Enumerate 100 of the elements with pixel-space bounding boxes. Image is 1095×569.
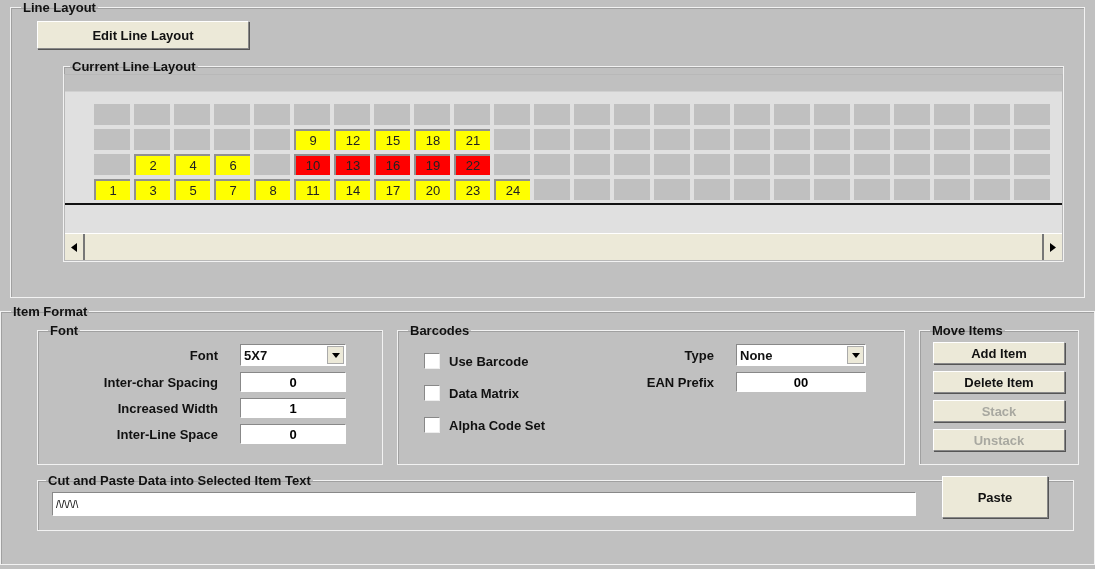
empty-slot <box>494 154 530 175</box>
move-item-button[interactable]: Delete Item <box>933 371 1065 393</box>
layout-item[interactable]: 17 <box>374 179 410 200</box>
empty-slot <box>134 129 170 150</box>
empty-slot <box>734 179 770 200</box>
empty-slot <box>694 154 730 175</box>
checkbox-label: Use Barcode <box>449 353 529 369</box>
empty-slot <box>814 154 850 175</box>
empty-slot <box>934 104 970 125</box>
layout-item[interactable]: 2 <box>134 154 170 175</box>
empty-slot <box>734 154 770 175</box>
empty-slot <box>534 104 570 125</box>
field-label: EAN Prefix <box>645 374 714 390</box>
layout-item[interactable]: 4 <box>174 154 210 175</box>
empty-slot <box>694 129 730 150</box>
layout-item[interactable]: 23 <box>454 179 490 200</box>
layout-item[interactable]: 15 <box>374 129 410 150</box>
layout-item[interactable]: 3 <box>134 179 170 200</box>
empty-slot <box>974 154 1010 175</box>
empty-slot <box>374 104 410 125</box>
layout-item[interactable]: 24 <box>494 179 530 200</box>
group-title: Barcodes <box>409 323 471 338</box>
input-field[interactable]: 0 <box>240 424 346 444</box>
empty-slot <box>334 104 370 125</box>
checkbox-row[interactable]: Alpha Code Set <box>424 414 594 436</box>
empty-slot <box>934 179 970 200</box>
paste-text-field[interactable]: /\/\/\/\ <box>52 492 916 516</box>
empty-slot <box>494 104 530 125</box>
empty-slot <box>654 129 690 150</box>
edit-line-layout-button[interactable]: Edit Line Layout <box>37 21 249 49</box>
empty-slot <box>254 154 290 175</box>
empty-slot <box>654 179 690 200</box>
caret-icon <box>851 352 860 358</box>
layout-item[interactable]: 9 <box>294 129 330 150</box>
empty-slot <box>134 104 170 125</box>
group-title: Font <box>49 323 80 338</box>
empty-slot <box>774 179 810 200</box>
horizontal-scrollbar[interactable] <box>65 233 1062 260</box>
group-title: Item Format <box>12 304 89 319</box>
layout-item[interactable]: 21 <box>454 129 490 150</box>
layout-item[interactable]: 19 <box>414 154 450 175</box>
empty-slot <box>974 129 1010 150</box>
field-label: Inter-char Spacing <box>102 374 218 390</box>
empty-slot <box>814 104 850 125</box>
layout-item[interactable]: 12 <box>334 129 370 150</box>
checkbox-label: Alpha Code Set <box>449 417 546 433</box>
input-field[interactable]: 0 <box>240 372 346 392</box>
empty-slot <box>894 129 930 150</box>
layout-item[interactable]: 14 <box>334 179 370 200</box>
layout-item[interactable]: 5 <box>174 179 210 200</box>
checkbox[interactable] <box>424 417 440 433</box>
empty-slot <box>414 104 450 125</box>
checkbox-row[interactable]: Use Barcode <box>424 350 594 372</box>
empty-slot <box>614 179 650 200</box>
layout-item[interactable]: 20 <box>414 179 450 200</box>
empty-slot <box>214 104 250 125</box>
empty-slot <box>94 129 130 150</box>
right-arrow-icon <box>1050 242 1056 252</box>
empty-slot <box>254 129 290 150</box>
dropdown[interactable]: 5X7 <box>240 344 346 366</box>
dropdown-button[interactable] <box>847 346 864 364</box>
group-title: Current Line Layout <box>71 59 197 74</box>
checkbox-row[interactable]: Data Matrix <box>424 382 594 404</box>
input-field[interactable]: 00 <box>736 372 866 392</box>
layout-item[interactable]: 22 <box>454 154 490 175</box>
layout-item[interactable]: 1 <box>94 179 130 200</box>
caret-icon <box>331 352 340 358</box>
checkbox[interactable] <box>424 385 440 401</box>
layout-item[interactable]: 7 <box>214 179 250 200</box>
empty-slot <box>1014 154 1050 175</box>
layout-item[interactable]: 13 <box>334 154 370 175</box>
dropdown[interactable]: None <box>736 344 866 366</box>
layout-item[interactable]: 18 <box>414 129 450 150</box>
input-field[interactable]: 1 <box>240 398 346 418</box>
layout-item[interactable]: 16 <box>374 154 410 175</box>
empty-slot <box>1014 104 1050 125</box>
move-item-button[interactable]: Add Item <box>933 342 1065 364</box>
empty-slot <box>694 104 730 125</box>
empty-slot <box>654 154 690 175</box>
checkbox-label: Data Matrix <box>449 385 520 401</box>
field-label: Inter-Line Space <box>115 426 218 442</box>
empty-slot <box>734 104 770 125</box>
empty-slot <box>94 154 130 175</box>
layout-item[interactable]: 6 <box>214 154 250 175</box>
left-arrow-icon <box>71 242 77 252</box>
paste-button[interactable]: Paste <box>942 476 1048 518</box>
field-label: Increased Width <box>116 400 218 416</box>
checkbox[interactable] <box>424 353 440 369</box>
empty-slot <box>894 154 930 175</box>
group-title: Cut and Paste Data into Selected Item Text <box>47 473 312 488</box>
field-label: Font <box>188 347 218 363</box>
layout-item[interactable]: 11 <box>294 179 330 200</box>
dropdown-button[interactable] <box>327 346 344 364</box>
empty-slot <box>534 179 570 200</box>
empty-slot <box>734 129 770 150</box>
layout-item[interactable]: 8 <box>254 179 290 200</box>
empty-slot <box>774 129 810 150</box>
empty-slot <box>654 104 690 125</box>
layout-item[interactable]: 10 <box>294 154 330 175</box>
empty-slot <box>854 179 890 200</box>
